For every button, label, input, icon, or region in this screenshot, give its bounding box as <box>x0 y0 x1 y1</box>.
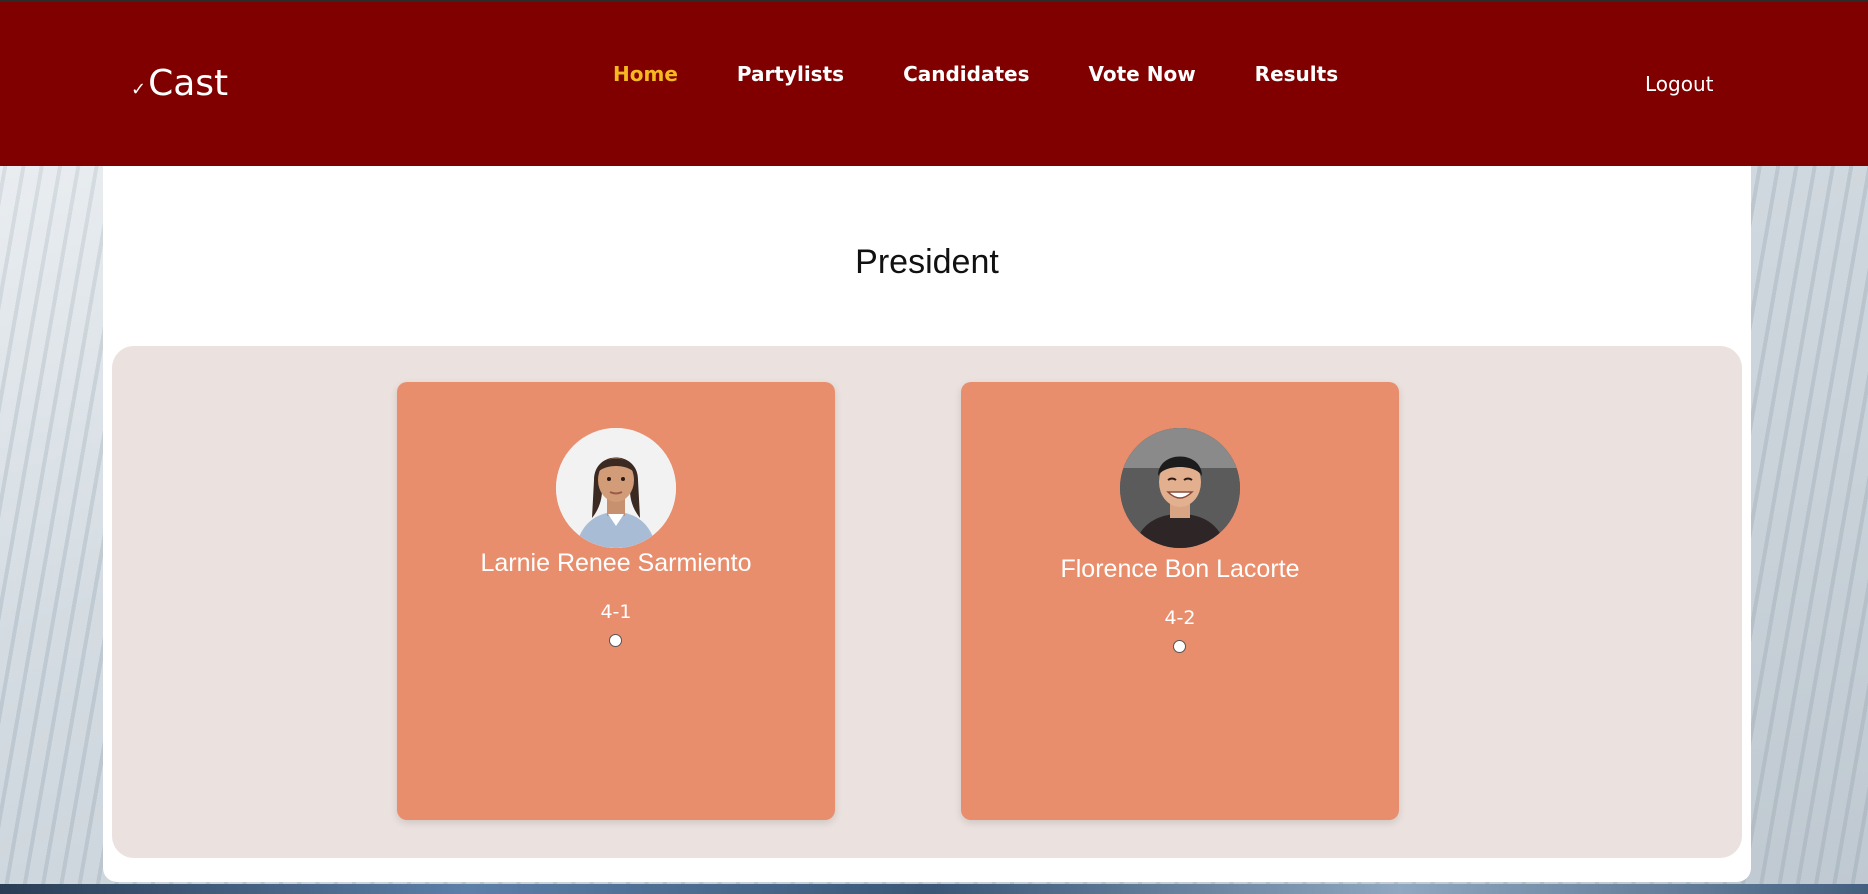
candidate-name: Larnie Renee Sarmiento <box>480 549 752 577</box>
nav-item-candidates[interactable]: Candidates <box>903 60 1029 88</box>
brand-logo[interactable]: ✓ Cast <box>131 64 228 104</box>
candidate-photo-icon <box>1120 428 1240 548</box>
ballot-panel: President Larnie Renee Sarmiento 4-1 Flo… <box>103 166 1751 882</box>
candidate-list: Larnie Renee Sarmiento 4-1 Florence Bon <box>112 346 1742 858</box>
brand-logo-text: Cast <box>148 63 229 104</box>
vote-radio[interactable] <box>609 634 622 647</box>
candidate-code: 4-1 <box>600 601 632 623</box>
logout-link[interactable]: Logout <box>1645 70 1713 98</box>
candidate-code: 4-2 <box>1164 607 1196 629</box>
nav-item-partylists[interactable]: Partylists <box>737 60 844 88</box>
top-header: ✓ Cast Home Partylists Candidates Vote N… <box>0 2 1868 166</box>
avatar <box>1120 428 1240 548</box>
vote-radio[interactable] <box>1173 640 1186 653</box>
nav-item-home[interactable]: Home <box>613 60 678 88</box>
candidate-name: Florence Bon Lacorte <box>1060 555 1300 583</box>
main-nav: Home Partylists Candidates Vote Now Resu… <box>613 60 1397 88</box>
avatar <box>556 428 676 548</box>
candidate-card[interactable]: Florence Bon Lacorte 4-2 <box>961 382 1399 820</box>
nav-item-vote-now[interactable]: Vote Now <box>1089 60 1196 88</box>
candidate-card[interactable]: Larnie Renee Sarmiento 4-1 <box>397 382 835 820</box>
position-title: President <box>855 243 999 281</box>
candidate-photo-icon <box>556 428 676 548</box>
nav-item-results[interactable]: Results <box>1255 60 1338 88</box>
background-strip <box>0 884 1868 894</box>
checkmark-icon: ✓ <box>131 79 147 100</box>
